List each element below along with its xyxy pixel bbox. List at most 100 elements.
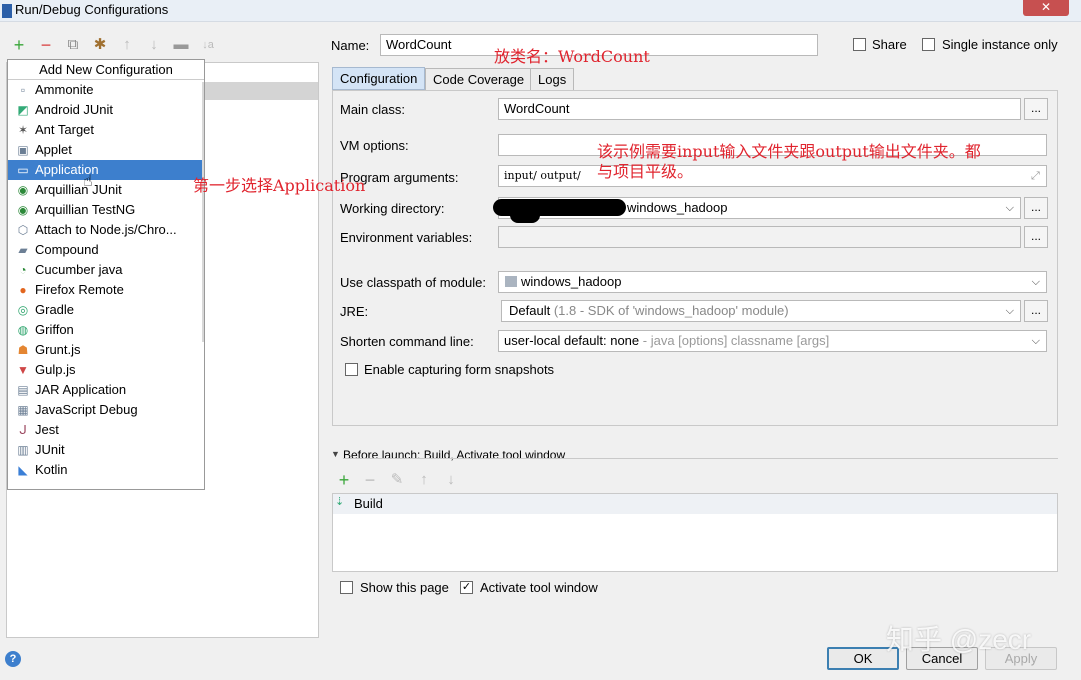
main-class-input[interactable]: WordCount	[498, 98, 1021, 120]
activate-tool-label: Activate tool window	[480, 580, 598, 595]
single-instance-checkbox[interactable]	[922, 38, 935, 51]
jre-select[interactable]: Default (1.8 - SDK of 'windows_hadoop' m…	[501, 300, 1021, 322]
popup-item-label: Cucumber java	[35, 262, 123, 277]
env-vars-input[interactable]	[498, 226, 1021, 248]
popup-list: ▫ Ammonite ◩ Android JUnit ✶ Ant Target ▣ Apple…	[8, 80, 204, 480]
popup-item-gradle[interactable]: ◎ Gradle	[8, 300, 204, 320]
working-dir-label: Working directory:	[340, 201, 445, 216]
popup-item-javascript-debug[interactable]: ▦ JavaScript Debug	[8, 400, 204, 420]
share-checkbox[interactable]	[853, 38, 866, 51]
ant-target-icon: ✶	[17, 123, 29, 137]
popup-item-arquillian-testng[interactable]: ◉ Arquillian TestNG	[8, 200, 204, 220]
junit-icon: ▥	[17, 443, 29, 457]
android-junit-icon: ◩	[17, 103, 29, 117]
popup-item-compound[interactable]: ▰ Compound	[8, 240, 204, 260]
popup-item-android-junit[interactable]: ◩ Android JUnit	[8, 100, 204, 120]
classpath-select[interactable]: windows_hadoop ⌵	[498, 271, 1047, 293]
tree-selected-row[interactable]	[204, 82, 318, 100]
popup-item-label: Jest	[35, 422, 59, 437]
main-class-browse-button[interactable]: ...	[1024, 98, 1048, 120]
popup-item-label: Kotlin	[35, 462, 68, 477]
program-args-input[interactable]: input/ output/	[498, 165, 1047, 187]
popup-scrollbar[interactable]	[202, 82, 204, 342]
popup-item-attach-to-node-js-chro[interactable]: ⬡ Attach to Node.js/Chro...	[8, 220, 204, 240]
popup-item-application[interactable]: ▭ Application	[8, 160, 204, 180]
popup-item-gulp-js[interactable]: ▼ Gulp.js	[8, 360, 204, 380]
tab-configuration[interactable]: Configuration	[332, 67, 426, 90]
application-icon: ▭	[17, 163, 29, 177]
shorten-hint: - java [options] classname [args]	[639, 333, 830, 348]
popup-item-label: Arquillian JUnit	[35, 182, 122, 197]
main-class-label: Main class:	[340, 102, 406, 117]
move-up-icon[interactable]: ↑	[416, 472, 432, 488]
working-dir-browse-button[interactable]: ...	[1024, 197, 1048, 219]
activate-tool-checkbox[interactable]: ✓	[460, 581, 473, 594]
move-down-icon[interactable]: ↓	[146, 37, 162, 53]
snapshots-checkbox[interactable]	[345, 363, 358, 376]
popup-item-applet[interactable]: ▣ Applet	[8, 140, 204, 160]
list-item[interactable]: ⇣ Build	[333, 494, 1057, 514]
jre-label: JRE:	[340, 304, 369, 319]
kotlin-icon: ◣	[18, 463, 28, 477]
popup-item-jar-application[interactable]: ▤ JAR Application	[8, 380, 204, 400]
chevron-down-icon: ⌵	[1031, 276, 1040, 288]
before-launch-header[interactable]: Before launch: Build, Activate tool wind…	[343, 448, 565, 462]
popup-item-label: JUnit	[35, 442, 65, 457]
chevron-down-icon: ⌵	[1005, 305, 1014, 317]
griffon-icon: ◍	[17, 323, 29, 337]
chevron-down-icon: ⌵	[1031, 335, 1040, 347]
jre-browse-button[interactable]: ...	[1024, 300, 1048, 322]
popup-item-kotlin[interactable]: ◣ Kotlin	[8, 460, 204, 480]
folder-icon[interactable]: ▬	[173, 37, 189, 53]
env-vars-browse-button[interactable]: ...	[1024, 226, 1048, 248]
popup-item-jest[interactable]: ᒍ Jest	[8, 420, 204, 440]
move-up-icon[interactable]: ↑	[119, 37, 135, 53]
remove-icon[interactable]: −	[362, 471, 378, 489]
popup-item-grunt-js[interactable]: ☗ Grunt.js	[8, 340, 204, 360]
gradle-icon: ◎	[17, 303, 29, 317]
share-label: Share	[872, 37, 907, 52]
wrench-icon[interactable]: ✱	[92, 37, 108, 53]
popup-item-label: Compound	[35, 242, 99, 257]
popup-item-ammonite[interactable]: ▫ Ammonite	[8, 80, 204, 100]
close-button[interactable]: ✕	[1023, 0, 1069, 16]
build-icon: ⇣	[335, 496, 345, 508]
move-down-icon[interactable]: ↓	[443, 472, 459, 488]
popup-item-label: Ant Target	[35, 122, 95, 137]
module-icon	[505, 276, 517, 287]
watermark: 知乎 @zecr	[886, 624, 1032, 655]
cucumber-icon: ◔	[19, 263, 27, 277]
popup-item-label: Firefox Remote	[35, 282, 124, 297]
tab-logs[interactable]: Logs	[530, 68, 575, 91]
popup-item-junit[interactable]: ▥ JUnit	[8, 440, 204, 460]
show-page-checkbox[interactable]	[340, 581, 353, 594]
popup-item-ant-target[interactable]: ✶ Ant Target	[8, 120, 204, 140]
edit-icon[interactable]: ✎	[389, 472, 405, 488]
show-page-label: Show this page	[360, 580, 449, 595]
tab-code-coverage[interactable]: Code Coverage	[425, 68, 533, 91]
shorten-label: Shorten command line:	[340, 334, 474, 349]
add-configuration-popup: Add New Configuration ▫ Ammonite ◩ Android …	[7, 59, 205, 490]
popup-header: Add New Configuration	[8, 60, 204, 80]
shorten-select[interactable]: user-local default: none - java [options…	[498, 330, 1047, 352]
single-instance-label: Single instance only	[942, 37, 1058, 52]
popup-item-griffon[interactable]: ◍ Griffon	[8, 320, 204, 340]
help-icon[interactable]: ?	[5, 651, 21, 667]
popup-item-cucumber-java[interactable]: ◔ Cucumber java	[8, 260, 204, 280]
popup-item-arquillian-junit[interactable]: ◉ Arquillian JUnit	[8, 180, 204, 200]
vm-options-label: VM options:	[340, 138, 409, 153]
copy-icon[interactable]: ⧉	[65, 37, 81, 53]
compound-icon: ▰	[18, 243, 28, 257]
before-launch-list: ⇣ Build	[332, 493, 1058, 572]
add-icon[interactable]: +	[11, 36, 27, 54]
popup-item-firefox-remote[interactable]: ● Firefox Remote	[8, 280, 204, 300]
chevron-down-icon[interactable]: ⌵	[1006, 198, 1014, 218]
name-label: Name:	[331, 38, 370, 53]
popup-item-label: JAR Application	[35, 382, 127, 397]
remove-icon[interactable]: −	[38, 36, 54, 54]
sort-icon[interactable]: ↓a	[200, 37, 216, 53]
nodejs-icon: ⬡	[17, 223, 29, 237]
expand-icon[interactable]: ⤢	[1031, 170, 1040, 183]
collapse-icon[interactable]: ▼	[331, 449, 340, 459]
add-icon[interactable]: +	[336, 471, 352, 489]
